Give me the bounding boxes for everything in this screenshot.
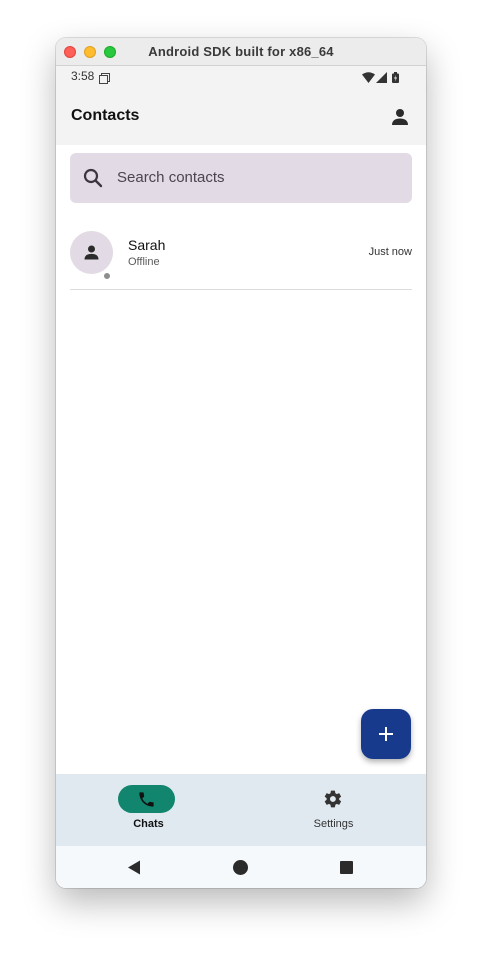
contact-list-item[interactable]: Sarah Offline Just now bbox=[70, 224, 412, 290]
add-contact-button[interactable] bbox=[361, 709, 411, 759]
bottom-navigation: Chats Settings bbox=[56, 774, 426, 846]
search-placeholder: Search contacts bbox=[117, 169, 225, 186]
battery-icon bbox=[392, 70, 399, 88]
status-time: 3:58 bbox=[71, 69, 95, 83]
presence-indicator bbox=[102, 271, 112, 281]
recents-button[interactable] bbox=[340, 861, 353, 879]
nav-active-indicator bbox=[118, 785, 175, 813]
profile-button[interactable] bbox=[388, 105, 412, 129]
plus-icon bbox=[379, 727, 393, 741]
gear-icon bbox=[324, 790, 342, 808]
phone-icon bbox=[139, 792, 154, 807]
window-titlebar: Android SDK built for x86_64 bbox=[56, 38, 426, 66]
contact-status: Offline bbox=[128, 256, 160, 268]
home-button[interactable] bbox=[233, 860, 248, 880]
search-icon bbox=[83, 168, 103, 188]
status-bar: 3:58 bbox=[56, 66, 426, 88]
back-triangle-icon bbox=[128, 860, 140, 875]
system-navigation-bar bbox=[56, 846, 426, 888]
app-bar: Contacts bbox=[56, 88, 426, 145]
contact-name: Sarah bbox=[128, 237, 166, 253]
phone-screen: 3:58 Contacts Search contacts Sarah Offl… bbox=[56, 66, 426, 888]
nav-label-chats: Chats bbox=[133, 818, 164, 830]
person-icon bbox=[392, 109, 408, 125]
page-title: Contacts bbox=[71, 107, 140, 124]
search-input[interactable]: Search contacts bbox=[70, 153, 412, 203]
back-button[interactable] bbox=[127, 860, 141, 880]
home-circle-icon bbox=[233, 860, 248, 875]
avatar bbox=[70, 231, 113, 281]
clipboard-icon bbox=[99, 71, 110, 89]
recents-square-icon bbox=[340, 861, 353, 874]
person-icon bbox=[84, 245, 99, 260]
contact-last-seen: Just now bbox=[368, 246, 412, 258]
nav-label-settings: Settings bbox=[313, 818, 354, 830]
cellular-signal-icon bbox=[376, 70, 387, 88]
emulator-window: Android SDK built for x86_64 3:58 Contac… bbox=[56, 38, 426, 888]
nav-item-settings[interactable]: Settings bbox=[241, 774, 426, 846]
nav-item-chats[interactable]: Chats bbox=[56, 774, 241, 846]
wifi-icon bbox=[362, 70, 375, 88]
window-title: Android SDK built for x86_64 bbox=[148, 44, 334, 59]
